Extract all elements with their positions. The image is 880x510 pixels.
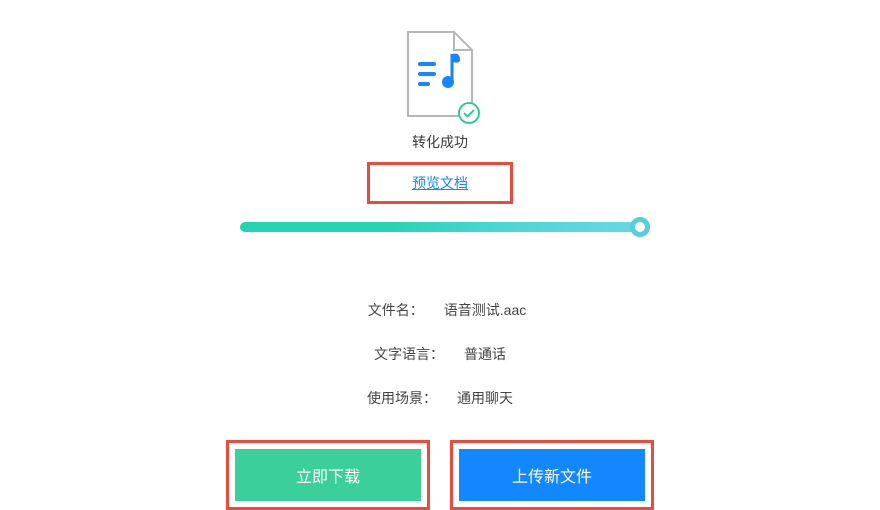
preview-document-link[interactable]: 预览文档 — [412, 175, 468, 191]
scenario-label: 使用场景： — [367, 388, 437, 408]
preview-link-highlight: 预览文档 — [367, 162, 513, 204]
download-button[interactable]: 立即下载 — [235, 449, 421, 501]
checkmark-icon — [458, 102, 480, 124]
file-name-label: 文件名： — [354, 300, 424, 320]
scenario-row: 使用场景： 通用聊天 — [367, 388, 513, 408]
progress-bar-container — [240, 222, 640, 232]
language-value: 普通话 — [464, 344, 506, 364]
language-label: 文字语言： — [374, 344, 444, 364]
download-button-highlight: 立即下载 — [226, 440, 430, 510]
upload-button-highlight: 上传新文件 — [450, 440, 654, 510]
progress-knob[interactable] — [630, 217, 650, 237]
scenario-value: 通用聊天 — [457, 388, 513, 408]
upload-new-file-button[interactable]: 上传新文件 — [459, 449, 645, 501]
buttons-row: 立即下载 上传新文件 — [226, 440, 654, 510]
main-container: 转化成功 预览文档 文件名： 语音测试.aac 文字语言： 普通话 使用场景： … — [0, 0, 880, 510]
file-name-row: 文件名： 语音测试.aac — [354, 300, 526, 320]
language-row: 文字语言： 普通话 — [374, 344, 506, 364]
progress-bar-fill — [240, 222, 640, 232]
file-name-value: 语音测试.aac — [444, 300, 526, 320]
conversion-status-label: 转化成功 — [412, 132, 468, 152]
document-audio-icon — [404, 30, 476, 120]
